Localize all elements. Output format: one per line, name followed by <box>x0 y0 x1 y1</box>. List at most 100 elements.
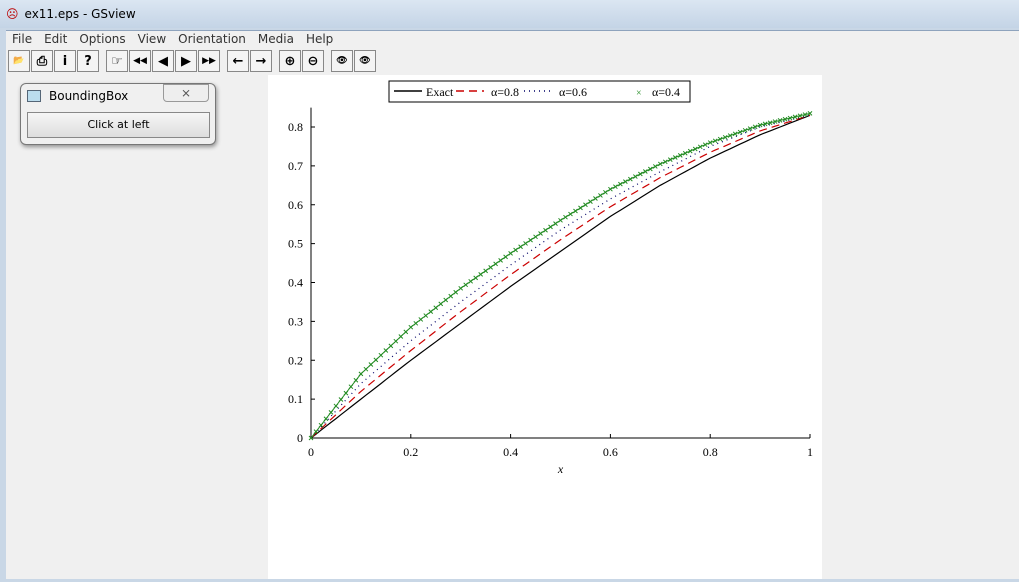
data-point <box>478 271 484 277</box>
data-point <box>523 241 528 246</box>
help-button[interactable]: ? <box>77 50 99 72</box>
data-point <box>682 150 688 156</box>
data-point <box>697 144 703 150</box>
x-tick-label: 0 <box>308 445 314 459</box>
search-next-icon: 👁 <box>359 56 371 66</box>
data-point <box>468 278 474 284</box>
data-point <box>618 181 623 187</box>
menu-media[interactable]: Media <box>252 32 300 46</box>
back-button[interactable]: ← <box>227 50 249 72</box>
data-point <box>563 214 568 220</box>
data-point <box>438 301 444 307</box>
first-page-button[interactable]: ◀◀ <box>129 50 151 72</box>
data-point <box>553 221 558 226</box>
data-point <box>428 309 434 315</box>
data-point <box>373 357 379 363</box>
menu-help[interactable]: Help <box>300 32 339 46</box>
data-point <box>353 377 359 383</box>
app-icon: ☹ <box>6 7 19 21</box>
goto-page-button[interactable]: ☞ <box>106 50 128 72</box>
x-tick-label: 0.2 <box>403 445 418 459</box>
data-point <box>667 157 673 163</box>
data-point <box>518 244 523 250</box>
data-point <box>453 289 459 295</box>
menu-edit[interactable]: Edit <box>38 32 73 46</box>
data-point <box>642 169 648 174</box>
y-tick-label: 0 <box>297 431 303 445</box>
data-point <box>423 313 429 318</box>
info-button[interactable]: i <box>54 50 76 72</box>
series-line-3 <box>310 112 811 439</box>
data-point <box>662 159 668 165</box>
data-point <box>333 403 339 409</box>
next-page-button[interactable]: ▶ <box>175 50 197 72</box>
data-point <box>513 247 518 253</box>
data-point <box>443 297 449 303</box>
help-icon: ? <box>84 53 92 69</box>
data-point <box>503 254 508 260</box>
data-point <box>473 275 479 281</box>
zoom-out-button[interactable]: ⊖ <box>302 50 324 72</box>
menu-file[interactable]: File <box>6 32 38 46</box>
y-tick-label: 0.2 <box>288 353 303 367</box>
data-point <box>652 164 658 169</box>
zoom-in-button[interactable]: ⊕ <box>279 50 301 72</box>
print-icon: ⎙ <box>36 53 48 69</box>
zoom-in-icon: ⊕ <box>284 53 296 69</box>
data-point <box>672 155 678 160</box>
data-point <box>578 205 583 211</box>
data-point <box>637 171 643 177</box>
text-search-button[interactable]: 👁 <box>331 50 353 72</box>
data-point <box>328 409 334 415</box>
data-point <box>433 305 439 311</box>
legend-label: α=0.6 <box>559 85 587 99</box>
y-tick-label: 0.4 <box>288 276 303 290</box>
series-line-2 <box>310 114 811 439</box>
data-point <box>463 282 469 288</box>
data-point <box>598 193 603 198</box>
data-point <box>647 166 653 172</box>
page-view: 0 0.2 0.4 0.6 0.8 1 0 0.1 0.2 0.3 0.4 0.5 0.6 0.7 0.8 x… <box>268 75 822 579</box>
forward-button[interactable]: → <box>250 50 272 72</box>
click-at-left-button[interactable]: Click at left <box>27 112 210 138</box>
data-point <box>388 343 394 349</box>
open-button[interactable]: 📂 <box>8 50 30 72</box>
menu-view[interactable]: View <box>132 32 172 46</box>
chart: 0 0.2 0.4 0.6 0.8 1 0 0.1 0.2 0.3 0.4 0.5 0.6 0.7 0.8 x… <box>288 80 813 476</box>
search-next-button[interactable]: 👁 <box>354 50 376 72</box>
data-point <box>583 202 588 208</box>
close-button[interactable]: ⨯ <box>163 84 209 102</box>
dialog-icon <box>27 90 41 102</box>
menu-options[interactable]: Options <box>73 32 131 46</box>
data-point <box>323 416 329 422</box>
goto-page-icon: ☞ <box>111 53 123 69</box>
data-point <box>628 176 633 182</box>
text-search-icon: 👁 <box>336 56 348 66</box>
data-point <box>608 186 613 192</box>
data-point <box>393 338 399 344</box>
data-point <box>358 371 364 377</box>
last-page-icon: ▶▶ <box>202 56 216 66</box>
data-point <box>493 261 498 267</box>
info-icon: i <box>62 53 68 69</box>
data-point <box>508 250 513 256</box>
dialog-title: BoundingBox <box>49 89 129 103</box>
data-point <box>677 153 683 158</box>
data-point <box>398 334 404 339</box>
menu-orientation[interactable]: Orientation <box>172 32 252 46</box>
title-bar: ☹ ex11.eps - GSview <box>0 0 1019 28</box>
y-tick-label: 0.8 <box>288 120 303 134</box>
y-tick-label: 0.1 <box>288 392 303 406</box>
last-page-button[interactable]: ▶▶ <box>198 50 220 72</box>
open-icon: 📂 <box>13 56 25 66</box>
data-point <box>368 362 374 367</box>
x-axis-label: x <box>557 462 564 476</box>
print-button[interactable]: ⎙ <box>31 50 53 72</box>
data-point <box>588 199 593 204</box>
data-point <box>543 227 548 233</box>
legend-marker: × <box>636 88 642 99</box>
data-point <box>498 257 503 263</box>
forward-icon: → <box>255 53 267 69</box>
prev-page-button[interactable]: ◀ <box>152 50 174 72</box>
menu-bar: File Edit Options View Orientation Media Help <box>6 30 1019 47</box>
